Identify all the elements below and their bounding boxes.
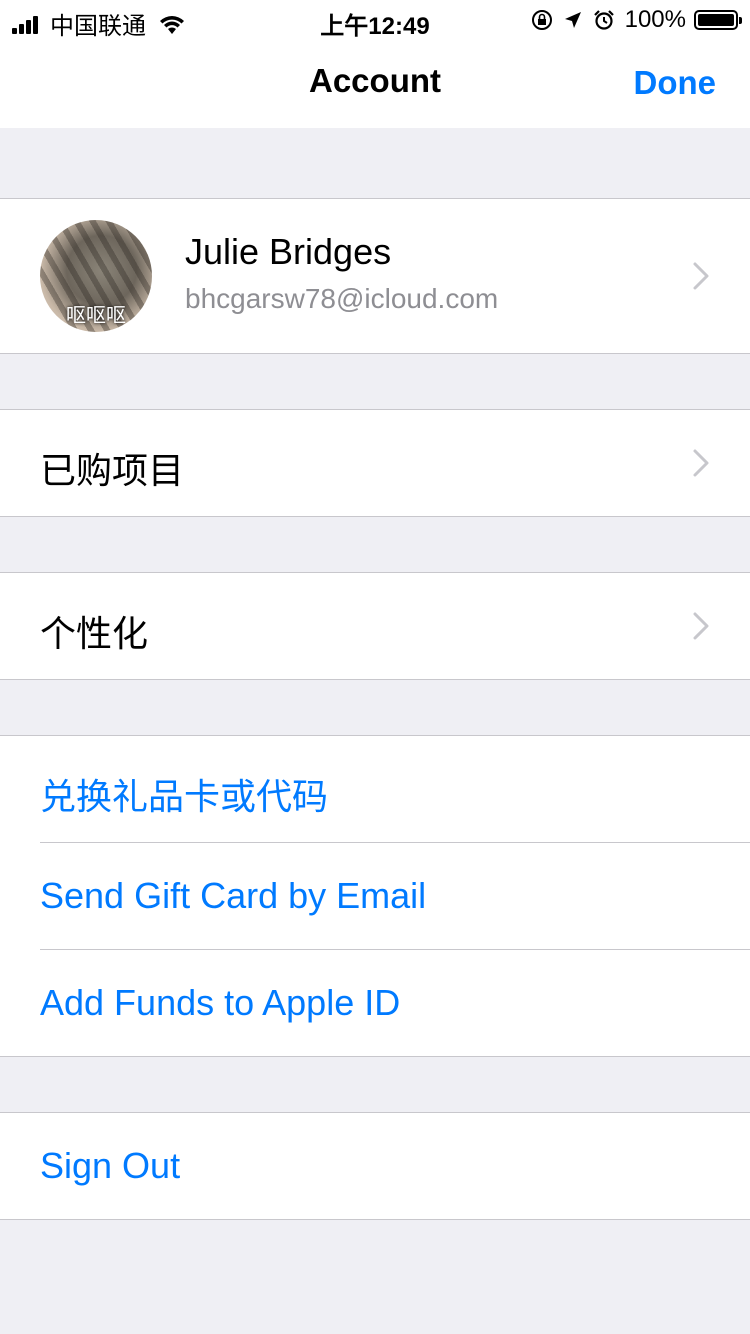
- orientation-lock-icon: [531, 10, 552, 30]
- avatar: 呕呕呕: [40, 220, 152, 332]
- status-bar: 中国联通 上午12:49 100%: [0, 0, 750, 40]
- personalize-label: 个性化: [40, 613, 149, 654]
- purchased-row[interactable]: 已购项目: [0, 410, 750, 517]
- purchased-label: 已购项目: [40, 450, 185, 491]
- profile-name: Julie Bridges: [185, 231, 392, 272]
- battery-icon: [694, 10, 742, 30]
- redeem-link[interactable]: 兑换礼品卡或代码: [40, 768, 328, 820]
- avatar-caption: 呕呕呕: [66, 305, 126, 327]
- done-button[interactable]: Done: [634, 64, 717, 102]
- profile-row[interactable]: 呕呕呕 Julie Bridges bhcgarsw78@icloud.com: [0, 199, 750, 353]
- personalize-row[interactable]: 个性化: [0, 573, 750, 680]
- add-funds-link[interactable]: Add Funds to Apple ID: [40, 982, 400, 1024]
- sign-out-row[interactable]: Sign Out: [0, 1113, 750, 1220]
- redeem-row[interactable]: 兑换礼品卡或代码: [0, 736, 750, 843]
- personalize-group: 个性化: [0, 572, 750, 680]
- alarm-icon: [593, 10, 614, 30]
- sign-out-group: Sign Out: [0, 1112, 750, 1220]
- location-icon: [564, 12, 581, 28]
- chevron-right-icon: [693, 449, 709, 477]
- navigation-bar: Account Done: [0, 40, 750, 128]
- purchased-group: 已购项目: [0, 409, 750, 517]
- profile-email: bhcgarsw78@icloud.com: [185, 283, 499, 314]
- battery-percentage: 100%: [624, 6, 686, 33]
- send-gift-card-row[interactable]: Send Gift Card by Email: [0, 843, 750, 950]
- add-funds-row[interactable]: Add Funds to Apple ID: [0, 950, 750, 1057]
- sign-out-button[interactable]: Sign Out: [40, 1145, 180, 1187]
- profile-group: 呕呕呕 Julie Bridges bhcgarsw78@icloud.com: [0, 198, 750, 354]
- chevron-right-icon: [693, 612, 709, 640]
- send-gift-card-link[interactable]: Send Gift Card by Email: [40, 875, 426, 917]
- gift-card-group: 兑换礼品卡或代码 Send Gift Card by Email Add Fun…: [0, 735, 750, 1057]
- chevron-right-icon: [693, 262, 709, 290]
